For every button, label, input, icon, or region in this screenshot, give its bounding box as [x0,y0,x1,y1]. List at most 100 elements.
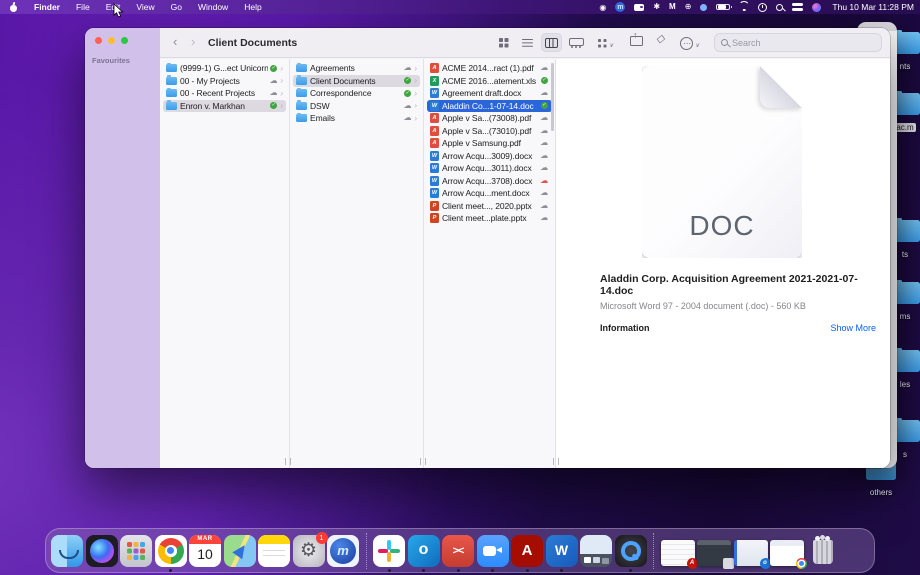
dock-finder-icon[interactable] [51,535,83,567]
dock-minimized-dark-window[interactable] [697,540,731,566]
dock-siri-icon[interactable] [86,535,118,567]
folder-row[interactable]: DSW [293,100,420,113]
dock-settings-icon[interactable]: ⚙1 [293,535,325,567]
folder-row[interactable]: (9999-1) G...ect Unicorn [163,62,286,75]
list-view-button[interactable] [517,33,538,52]
clock-menu-icon[interactable] [758,3,767,12]
close-button[interactable] [95,37,102,44]
folder-row[interactable]: Emails [293,112,420,125]
file-row[interactable]: Apple v Samsung.pdf [427,137,552,150]
search-input[interactable] [732,38,862,48]
folder-row[interactable]: Correspondence [293,87,420,100]
folder-name: 00 - Recent Projects [180,88,268,98]
menu-view[interactable]: View [128,0,162,14]
file-row[interactable]: Agreement draft.docx [427,87,552,100]
dock-minimized-acrobat-window[interactable] [661,540,695,566]
dock-quicktime-icon[interactable] [615,535,647,567]
column-view-button[interactable] [541,33,562,52]
menu-window[interactable]: Window [190,0,236,14]
column-resize-handle[interactable] [420,458,426,465]
dock-mattermost-icon[interactable] [327,535,359,567]
file-row[interactable]: ACME 2016...atement.xls [427,75,552,88]
wifi-icon[interactable] [739,3,749,11]
file-name: Arrow Acqu...3009).docx [442,151,539,161]
folder-icon [296,102,307,110]
battery-icon[interactable] [716,4,730,11]
more-actions-button[interactable] [680,34,699,52]
control-center-icon[interactable] [792,3,803,11]
dock-slack-icon[interactable] [373,535,405,567]
menu-clock[interactable]: Thu 10 Mar 11:28 PM [832,2,914,12]
folder-row-selected[interactable]: Enron v. Markhan [163,100,286,113]
menu-status-area: ◉ m ✱ M ⊕ Thu 10 Mar 11:28 PM [599,0,914,14]
folder-row-selected[interactable]: Client Documents [293,75,420,88]
file-row[interactable]: Arrow Acqu...3011).docx [427,162,552,175]
file-row[interactable]: Arrow Acqu...3009).docx [427,150,552,163]
dock-word-icon[interactable] [546,535,578,567]
mattermost-menu-icon[interactable]: m [615,2,625,12]
calendar-month: MAR [189,535,221,544]
doc-preview-thumbnail[interactable]: DOC [642,66,802,258]
column-resize-handle[interactable] [553,458,559,465]
gallery-view-button[interactable] [565,33,586,52]
dock-zoom-icon[interactable] [477,535,509,567]
dock-outlook-icon[interactable] [408,535,440,567]
menu-go[interactable]: Go [163,0,190,14]
dock-screenshot-app-icon[interactable] [580,535,612,567]
file-row[interactable]: Client meet..., 2020.pptx [427,200,552,213]
forward-button[interactable]: › [191,34,195,50]
cloud-status-icon [539,214,549,222]
icon-view-button[interactable] [493,33,514,52]
menu-finder[interactable]: Finder [26,0,68,14]
file-row[interactable]: Apple v Sa...(73008).pdf [427,112,552,125]
search-field[interactable] [714,33,882,52]
app-status-icon[interactable] [700,4,707,11]
dock-notes-icon[interactable] [258,535,290,567]
share-button[interactable] [630,33,641,46]
group-by-button[interactable] [597,34,613,52]
zoom-button[interactable] [121,37,128,44]
desktop-folder-label: les [900,380,910,389]
mail-menu-icon[interactable]: M [669,0,676,14]
spotlight-icon[interactable] [776,4,783,11]
dock-minimized-chrome-window[interactable] [770,540,804,566]
dock-minimized-outlook-window[interactable] [734,540,768,566]
tag-button[interactable]: ◇ [656,34,664,45]
dock-remote-desktop-icon[interactable] [442,535,474,567]
siri-menu-icon[interactable] [812,3,821,12]
file-row[interactable]: Arrow Acqu...3708).docx [427,175,552,188]
minimize-button[interactable] [108,37,115,44]
folder-row[interactable]: 00 - My Projects [163,75,286,88]
show-more-link[interactable]: Show More [830,323,876,333]
menu-help[interactable]: Help [236,0,269,14]
running-indicator [422,569,425,572]
desktop-folder-label: ts [902,250,908,259]
file-row[interactable]: Client meet...plate.pptx [427,212,552,225]
file-row-selected[interactable]: Aladdin Co...1-07-14.doc [427,100,552,113]
dock-maps-icon[interactable] [224,535,256,567]
dock-acrobat-icon[interactable] [511,535,543,567]
dock-launchpad-icon[interactable] [120,535,152,567]
menu-file[interactable]: File [68,0,98,14]
dock-trash-icon[interactable] [807,535,839,567]
synced-status-icon [539,77,549,84]
folder-row[interactable]: 00 - Recent Projects [163,87,286,100]
scrollbar-thumb[interactable] [551,63,554,131]
file-row[interactable]: Apple v Sa...(73010).pdf [427,125,552,138]
file-row[interactable]: ACME 2014...ract (1).pdf [427,62,552,75]
record-indicator-icon[interactable]: ◉ [599,3,606,12]
file-row[interactable]: Arrow Acqu...ment.docx [427,187,552,200]
search-icon [721,39,728,46]
dock-calendar-icon[interactable]: MAR10 [189,535,221,567]
chevron-right-icon [280,64,283,73]
folder-row[interactable]: Agreements [293,62,420,75]
mattermost-logo [330,538,356,564]
sync-menu-icon[interactable]: ✱ [653,0,660,14]
apple-menu-icon[interactable] [10,3,18,12]
column-resize-handle[interactable] [285,458,291,465]
globe-menu-icon[interactable]: ⊕ [685,0,692,14]
dock-chrome-icon[interactable] [155,535,187,567]
sidebar-section-label: Favourites [92,56,130,65]
back-button[interactable]: ‹ [173,34,177,50]
camera-menu-icon[interactable] [634,4,644,11]
